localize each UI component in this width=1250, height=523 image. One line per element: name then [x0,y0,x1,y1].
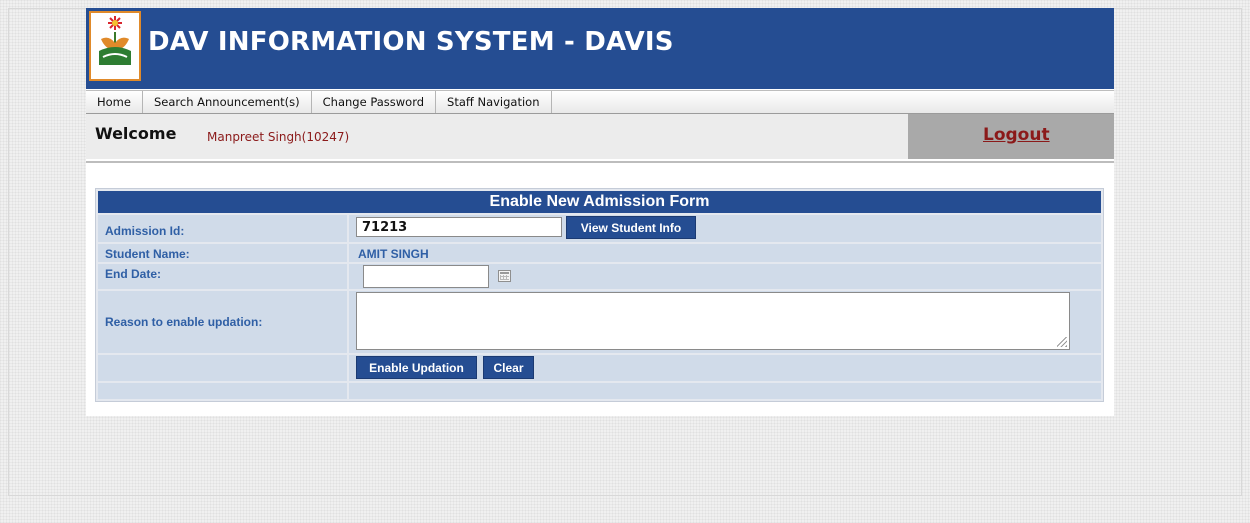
menu-item-search-announcements[interactable]: Search Announcement(s) [143,91,312,113]
student-name-value: AMIT SINGH [358,247,429,261]
header-divider [86,161,1114,163]
clear-button[interactable]: Clear [483,356,534,379]
row-actions: Enable Updation Clear [98,355,1101,381]
end-date-input[interactable] [363,265,489,288]
logo-emblem-icon [98,16,132,74]
header-banner: DAV INFORMATION SYSTEM - DAVIS [86,8,1114,89]
row-end-date: End Date: [98,264,1101,289]
row-admission-id: Admission Id: 71213 View Student Info [98,215,1101,242]
calendar-icon[interactable] [498,270,511,282]
admission-id-input[interactable]: 71213 [356,217,562,237]
row-footer [98,383,1101,399]
view-student-info-button[interactable]: View Student Info [566,216,696,239]
end-date-label: End Date: [105,267,162,281]
site-title: DAV INFORMATION SYSTEM - DAVIS [148,27,674,57]
welcome-user-name: Manpreet Singh(10247) [207,130,350,144]
reason-textarea[interactable] [356,292,1070,350]
page-container: DAV INFORMATION SYSTEM - DAVIS Home Sear… [86,8,1114,416]
menu-item-staff-navigation[interactable]: Staff Navigation [436,91,552,113]
admission-id-label: Admission Id: [105,224,185,238]
enable-updation-button[interactable]: Enable Updation [356,356,477,379]
logout-panel: Logout [908,114,1114,159]
university-logo [89,11,141,81]
row-student-name: Student Name: AMIT SINGH [98,244,1101,262]
row-reason: Reason to enable updation: [98,291,1101,353]
admission-form: Enable New Admission Form Admission Id: … [95,188,1104,402]
welcome-label: Welcome [95,124,177,143]
reason-label: Reason to enable updation: [105,315,263,329]
menu-item-home[interactable]: Home [86,91,143,113]
form-title: Enable New Admission Form [98,191,1101,213]
student-name-label: Student Name: [105,247,190,261]
resize-handle-icon[interactable] [1057,337,1067,347]
logout-link[interactable]: Logout [983,125,1050,145]
top-menu: Home Search Announcement(s) Change Passw… [86,90,1114,114]
welcome-bar: Welcome Manpreet Singh(10247) Logout [86,114,1114,159]
menu-item-change-password[interactable]: Change Password [312,91,437,113]
